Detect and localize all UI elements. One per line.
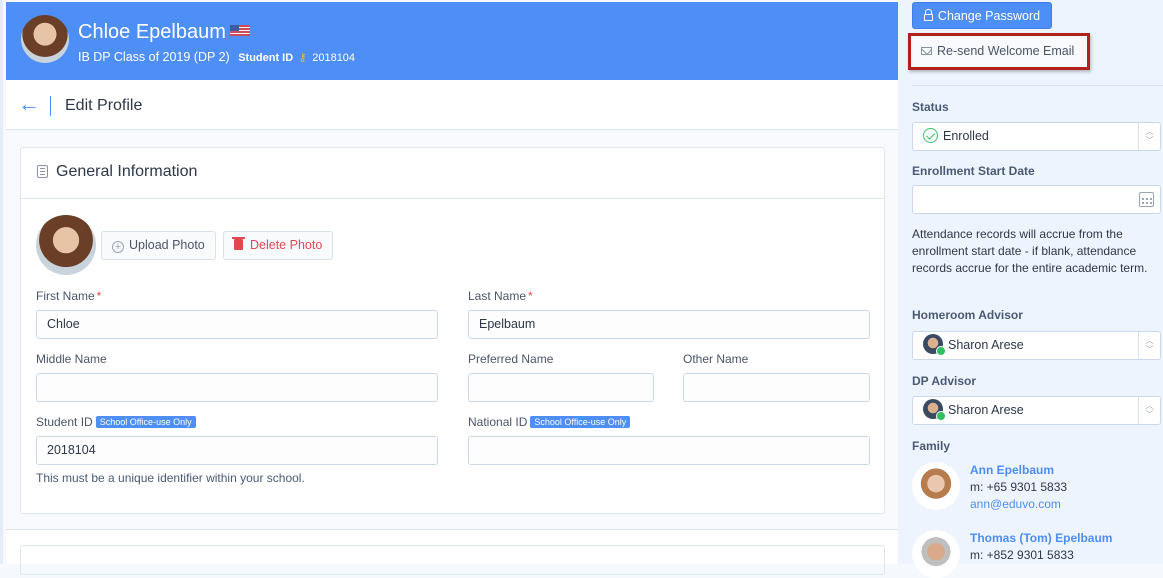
office-use-badge: School Office-use Only xyxy=(530,416,631,428)
class-info: IB DP Class of 2019 (DP 2) xyxy=(78,50,230,64)
student-avatar xyxy=(21,15,69,63)
main-panel: Chloe Epelbaum IB DP Class of 2019 (DP 2… xyxy=(0,0,901,575)
middle-name-input[interactable] xyxy=(36,373,438,402)
upload-photo-button[interactable]: + Upload Photo xyxy=(101,231,216,260)
change-password-label: Change Password xyxy=(937,9,1041,23)
delete-photo-button[interactable]: Delete Photo xyxy=(223,231,334,260)
next-section xyxy=(6,529,901,575)
page-topbar: ← Edit Profile xyxy=(6,80,901,130)
profile-photo xyxy=(36,215,96,275)
envelope-icon xyxy=(921,47,932,55)
select-arrows-icon: ︿ ﹀ xyxy=(1138,397,1160,424)
enrollment-note: Attendance records will accrue from the … xyxy=(912,227,1148,275)
lock-icon xyxy=(923,9,933,21)
required-marker: * xyxy=(528,289,533,303)
student-id-value: 2018104 xyxy=(312,52,356,64)
student-id-input[interactable]: 2018104 xyxy=(36,436,438,465)
back-arrow-icon[interactable]: ← xyxy=(18,92,40,116)
key-icon: ⚷ xyxy=(298,52,307,64)
national-id-input[interactable] xyxy=(468,436,870,465)
divider xyxy=(912,85,1163,86)
family-member-email[interactable]: ann@eduvo.com xyxy=(970,497,1061,511)
dp-advisor-select[interactable]: Sharon Arese ︿ ﹀ xyxy=(912,396,1161,425)
homeroom-advisor-value: Sharon Arese xyxy=(948,338,1024,352)
family-member-avatar xyxy=(912,462,960,510)
other-name-label: Other Name xyxy=(683,352,749,366)
trash-icon xyxy=(232,237,245,250)
divider xyxy=(50,96,51,116)
profile-header: Chloe Epelbaum IB DP Class of 2019 (DP 2… xyxy=(6,2,901,80)
required-marker: * xyxy=(96,289,102,303)
advisor-avatar xyxy=(923,334,946,356)
us-flag-icon xyxy=(229,25,250,36)
general-information-card: General Information + Upload Photo Delete… xyxy=(20,147,885,514)
next-card xyxy=(20,545,885,575)
office-use-badge: School Office-use Only xyxy=(95,416,196,428)
page-title: Edit Profile xyxy=(65,97,143,114)
student-id-help: This must be a unique identifier within … xyxy=(36,471,305,485)
student-name-text: Chloe Epelbaum xyxy=(78,21,226,43)
document-edit-icon xyxy=(37,165,48,178)
status-select[interactable]: Enrolled ︿ ﹀ xyxy=(912,122,1161,151)
calendar-icon[interactable] xyxy=(1139,192,1154,207)
highlight-box: Re-send Welcome Email xyxy=(908,33,1090,70)
sidebar: Change Password Re-send Welcome Email St… xyxy=(898,0,1163,578)
status-value: Enrolled xyxy=(943,129,989,143)
resend-welcome-email-button[interactable]: Re-send Welcome Email xyxy=(911,36,1087,67)
delete-photo-label: Delete Photo xyxy=(250,238,323,252)
family-member-name[interactable]: Ann Epelbaum xyxy=(970,463,1054,477)
dp-advisor-label: DP Advisor xyxy=(912,374,977,388)
preferred-name-input[interactable] xyxy=(468,373,654,402)
last-name-label: Last Name * xyxy=(468,289,533,303)
student-id-field-label: Student ID School Office-use Only xyxy=(36,415,196,429)
card-header: General Information xyxy=(21,148,884,199)
homeroom-advisor-label: Homeroom Advisor xyxy=(912,308,1023,322)
first-name-label: First Name * xyxy=(36,289,102,303)
resend-label: Re-send Welcome Email xyxy=(937,44,1075,58)
middle-name-label: Middle Name xyxy=(36,352,107,366)
family-member-mobile: m: +65 9301 5833 xyxy=(970,480,1068,494)
select-arrows-icon: ︿ ﹀ xyxy=(1138,123,1160,150)
upload-photo-label: Upload Photo xyxy=(129,238,205,252)
student-id-label: Student ID xyxy=(238,52,294,64)
other-name-input[interactable] xyxy=(683,373,870,402)
enrollment-start-date-input[interactable] xyxy=(912,185,1161,214)
family-member-mobile: m: +852 9301 5833 xyxy=(970,548,1074,562)
family-member-name[interactable]: Thomas (Tom) Epelbaum xyxy=(970,531,1112,545)
national-id-label: National ID School Office-use Only xyxy=(468,415,631,429)
enrollment-start-date-label: Enrollment Start Date xyxy=(912,164,1035,178)
family-member-avatar xyxy=(912,530,960,578)
dp-advisor-value: Sharon Arese xyxy=(948,403,1024,417)
first-name-input[interactable]: Chloe xyxy=(36,310,438,339)
family-label: Family xyxy=(912,439,951,453)
card-title: General Information xyxy=(56,163,198,180)
check-circle-icon xyxy=(923,128,938,143)
student-name: Chloe Epelbaum xyxy=(78,21,250,44)
last-name-input[interactable]: Epelbaum xyxy=(468,310,870,339)
preferred-name-label: Preferred Name xyxy=(468,352,554,366)
select-arrows-icon: ︿ ﹀ xyxy=(1138,332,1160,359)
student-subtitle: IB DP Class of 2019 (DP 2) Student ID ⚷ … xyxy=(78,50,355,64)
advisor-avatar xyxy=(923,399,946,421)
status-label: Status xyxy=(912,100,949,114)
plus-circle-icon: + xyxy=(112,241,124,253)
homeroom-advisor-select[interactable]: Sharon Arese ︿ ﹀ xyxy=(912,331,1161,360)
change-password-button[interactable]: Change Password xyxy=(912,2,1052,29)
